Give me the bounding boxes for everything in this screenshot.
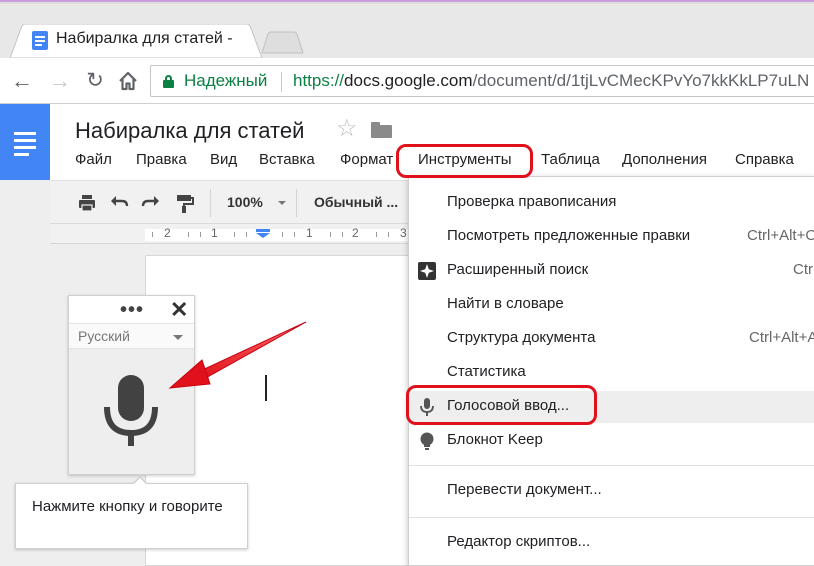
document-title[interactable]: Набиралка для статей [75,118,304,144]
menu-edit[interactable]: Правка [136,151,187,168]
menu-format[interactable]: Формат [340,151,393,168]
indent-marker-icon[interactable] [256,229,270,238]
star-icon[interactable]: ☆ [336,117,358,141]
omnibox-divider [281,72,282,92]
menu-item-label: Статистика [447,363,526,380]
ruler-number: 2 [352,226,359,240]
ruler-tick [282,232,283,237]
menu-item-label: Блокнот Keep [447,431,543,448]
menu-item-shortcut: Ctrl+Alt+O [747,227,814,244]
menu-item-label: Перевести документ... [447,481,602,498]
new-tab-button[interactable] [258,31,306,55]
folder-icon[interactable] [371,122,392,138]
menu-item-spelling[interactable]: Проверка правописания [409,187,814,219]
menu-item-label: Расширенный поиск [447,261,589,278]
ruler-tick [388,232,389,237]
menu-file[interactable]: Файл [75,151,112,168]
toolbar-divider [296,189,297,217]
undo-icon[interactable] [108,192,130,214]
redo-icon[interactable] [140,192,162,214]
security-label[interactable]: Надежный [184,71,267,91]
menu-item-suggested-edits[interactable]: Посмотреть предложенные правки Ctrl+Alt+… [409,221,814,253]
menu-item-document-outline[interactable]: Структура документа Ctrl+Alt+A [409,323,814,355]
toolbar-divider [210,189,211,217]
url-scheme: https:// [293,71,345,90]
ruler-tick [330,232,331,237]
voice-hint-tooltip: Нажмите кнопку и говорите [15,476,248,549]
microphone-icon [104,375,158,446]
address-bar[interactable]: Надежный https://docs.google.com/documen… [150,65,814,97]
reload-icon[interactable]: ↻ [83,69,107,93]
menu-item-label: Посмотреть предложенные правки [447,227,691,244]
menu-item-label: Проверка правописания [447,193,617,210]
home-icon[interactable] [116,69,140,93]
ruler-tick [234,232,235,237]
docs-home-icon[interactable] [0,104,50,180]
zoom-select[interactable]: 100% [227,194,263,210]
tools-dropdown-menu: Проверка правописания Посмотреть предлож… [408,176,814,566]
ruler-tick [152,232,153,237]
menu-divider [409,465,814,466]
menu-item-script-editor[interactable]: Редактор скриптов... [409,527,814,559]
menu-item-shortcut: Ctrl [793,261,814,278]
menu-item-explore[interactable]: Расширенный поиск Ctrl [409,255,814,287]
zoom-chevron-down-icon[interactable] [278,201,286,205]
language-label: Русский [78,328,130,344]
ruler-tick [294,232,295,237]
window-top-edge [0,0,814,4]
menu-addons[interactable]: Дополнения [622,151,707,168]
print-icon[interactable] [76,192,98,214]
menu-table[interactable]: Таблица [541,151,600,168]
paint-format-icon[interactable] [173,192,195,214]
menu-divider [409,517,814,518]
back-arrow-icon[interactable]: ← [10,69,34,93]
explore-icon [418,262,436,280]
forward-arrow-icon[interactable]: → [48,69,72,93]
url-host: docs.google.com [344,71,473,90]
menu-insert[interactable]: Вставка [259,151,315,168]
ruler-number: 1 [211,226,218,240]
ruler-tick [376,232,377,237]
menu-help[interactable]: Справка [735,151,794,168]
menu-item-label: Найти в словаре [447,295,564,312]
annotation-arrow [168,321,307,389]
ruler-number: 1 [306,226,313,240]
ruler-number: 3 [400,226,407,240]
menu-item-shortcut: Ctrl+Alt+A [749,329,814,346]
voice-hint-text: Нажмите кнопку и говорите [32,498,223,515]
menu-item-keep-notepad[interactable]: Блокнот Keep [409,425,814,457]
paragraph-style-select[interactable]: Обычный ... [314,194,398,210]
more-options-icon[interactable]: ••• [120,300,144,320]
google-docs-tab-icon [32,31,48,50]
browser-tab-strip: Набиралка для статей - [0,0,814,64]
annotation-highlight-tools-menu [396,144,533,178]
url-path: /document/d/1tjLvCMecKPvYo7kkKkLP7uLN [472,71,810,90]
menu-item-label: Структура документа [447,329,596,346]
ruler-tick [200,232,201,237]
tooltip-arrow-inner [133,478,147,485]
annotation-highlight-voice-typing [406,385,597,425]
menu-view[interactable]: Вид [210,151,237,168]
ruler-tick [342,232,343,237]
browser-tab-active[interactable]: Набиралка для статей - [10,24,262,58]
lock-icon [163,75,174,88]
browser-toolbar: ← → ↻ Надежный https://docs.google.com/d… [0,58,814,104]
menu-item-dictionary[interactable]: Найти в словаре [409,289,814,321]
ruler-tick [188,232,189,237]
url-text[interactable]: https://docs.google.com/document/d/1tjLv… [293,71,809,91]
menu-item-label: Редактор скриптов... [447,533,591,550]
ruler-number: 2 [164,226,171,240]
tab-title: Набиралка для статей - [56,30,233,47]
menu-item-translate-document[interactable]: Перевести документ... [409,475,814,507]
keep-bulb-icon [420,432,434,450]
ruler-tick [246,232,247,237]
